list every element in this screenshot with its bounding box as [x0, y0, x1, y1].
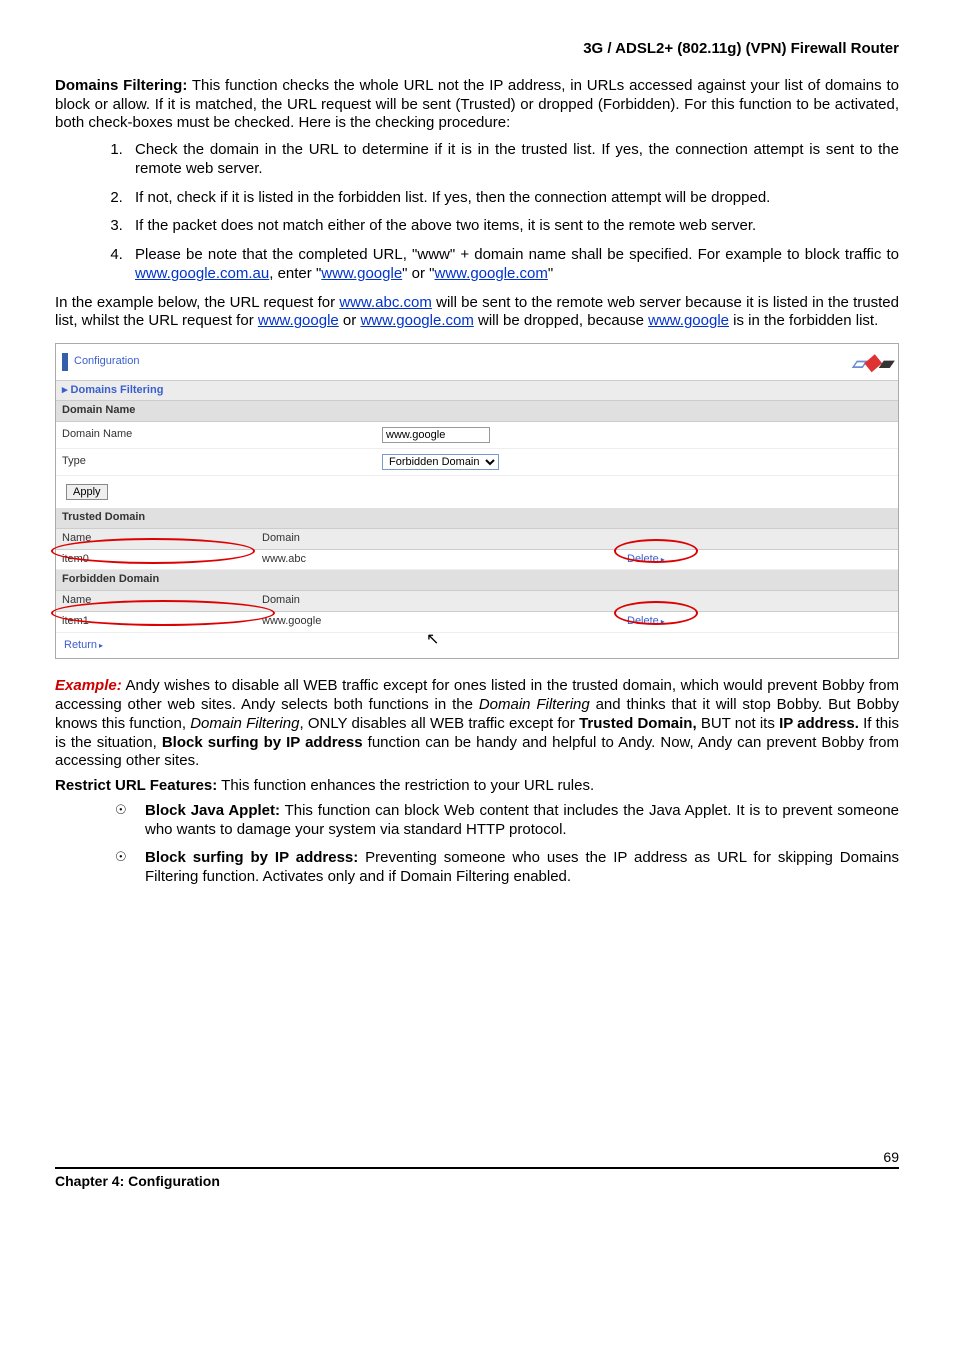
delete-trusted-link[interactable]: Delete▸ — [627, 553, 665, 565]
procedure-item: Please be note that the completed URL, "… — [127, 246, 899, 284]
trusted-item-domain: www.abc — [262, 553, 627, 567]
trusted-item-name: item0 — [62, 553, 262, 567]
forbidden-row: item1 www.google Delete▸ — [56, 612, 898, 633]
col-domain: Domain — [262, 532, 627, 546]
link-google[interactable]: www.google — [321, 265, 402, 282]
trusted-row: item0 www.abc Delete▸ — [56, 550, 898, 571]
domain-name-label: Domain Name — [62, 428, 382, 442]
forbidden-domain-header: Forbidden Domain — [56, 570, 898, 591]
config-title: Configuration — [62, 353, 139, 371]
link-google-au[interactable]: www.google.com.au — [135, 265, 269, 282]
restrict-item: Block Java Applet: This function can blo… — [115, 802, 899, 840]
link-abc[interactable]: www.abc.com — [339, 294, 432, 311]
restrict-item: Block surfing by IP address: Preventing … — [115, 849, 899, 887]
section-domains-filtering: ▸Domains Filtering — [56, 381, 898, 402]
example-intro: In the example below, the URL request fo… — [55, 294, 899, 332]
procedure-item: If the packet does not match either of t… — [127, 217, 899, 236]
chapter-label: Chapter 4: Configuration — [55, 1173, 220, 1191]
procedure-item: If not, check if it is listed in the for… — [127, 189, 899, 208]
example-heading: Example: — [55, 677, 122, 694]
return-link[interactable]: Return▸ — [64, 639, 103, 651]
intro-heading: Domains Filtering: — [55, 77, 187, 94]
forbidden-table-header: Name Domain — [56, 591, 898, 612]
trusted-domain-header: Trusted Domain — [56, 508, 898, 529]
type-select[interactable]: Forbidden Domain — [382, 454, 499, 470]
page-number: 69 — [883, 1149, 899, 1167]
restrict-heading: Restrict URL Features: — [55, 777, 217, 794]
link-google-3[interactable]: www.google — [648, 312, 729, 329]
restrict-paragraph: Restrict URL Features: This function enh… — [55, 777, 899, 796]
forbidden-item-domain: www.google — [262, 615, 627, 629]
link-google-com-2[interactable]: www.google.com — [360, 312, 473, 329]
procedure-list: Check the domain in the URL to determine… — [55, 141, 899, 284]
page-footer: Chapter 4: Configuration 69 — [55, 1167, 899, 1191]
domain-name-header: Domain Name — [56, 401, 898, 422]
col-name: Name — [62, 532, 262, 546]
config-screenshot: Configuration ▱◆▰ ▸Domains Filtering Dom… — [55, 343, 899, 659]
page-header: 3G / ADSL2+ (802.11g) (VPN) Firewall Rou… — [55, 40, 899, 59]
logo-icon: ▱◆▰ — [853, 348, 892, 376]
domain-name-input[interactable] — [382, 427, 490, 443]
intro-paragraph: Domains Filtering: This function checks … — [55, 77, 899, 133]
forbidden-item-name: item1 — [62, 615, 262, 629]
link-google-com[interactable]: www.google.com — [435, 265, 548, 282]
link-google-2[interactable]: www.google — [258, 312, 339, 329]
apply-button[interactable]: Apply — [66, 484, 108, 500]
col-name: Name — [62, 594, 262, 608]
procedure-item: Check the domain in the URL to determine… — [127, 141, 899, 179]
col-domain: Domain — [262, 594, 627, 608]
restrict-list: Block Java Applet: This function can blo… — [55, 802, 899, 887]
example-paragraph: Example: Andy wishes to disable all WEB … — [55, 677, 899, 771]
type-label: Type — [62, 455, 382, 469]
trusted-table-header: Name Domain — [56, 529, 898, 550]
delete-forbidden-link[interactable]: Delete▸ — [627, 615, 665, 627]
return-row: Return▸ ↖ — [56, 633, 898, 659]
cursor-icon: ↖ — [426, 630, 439, 650]
